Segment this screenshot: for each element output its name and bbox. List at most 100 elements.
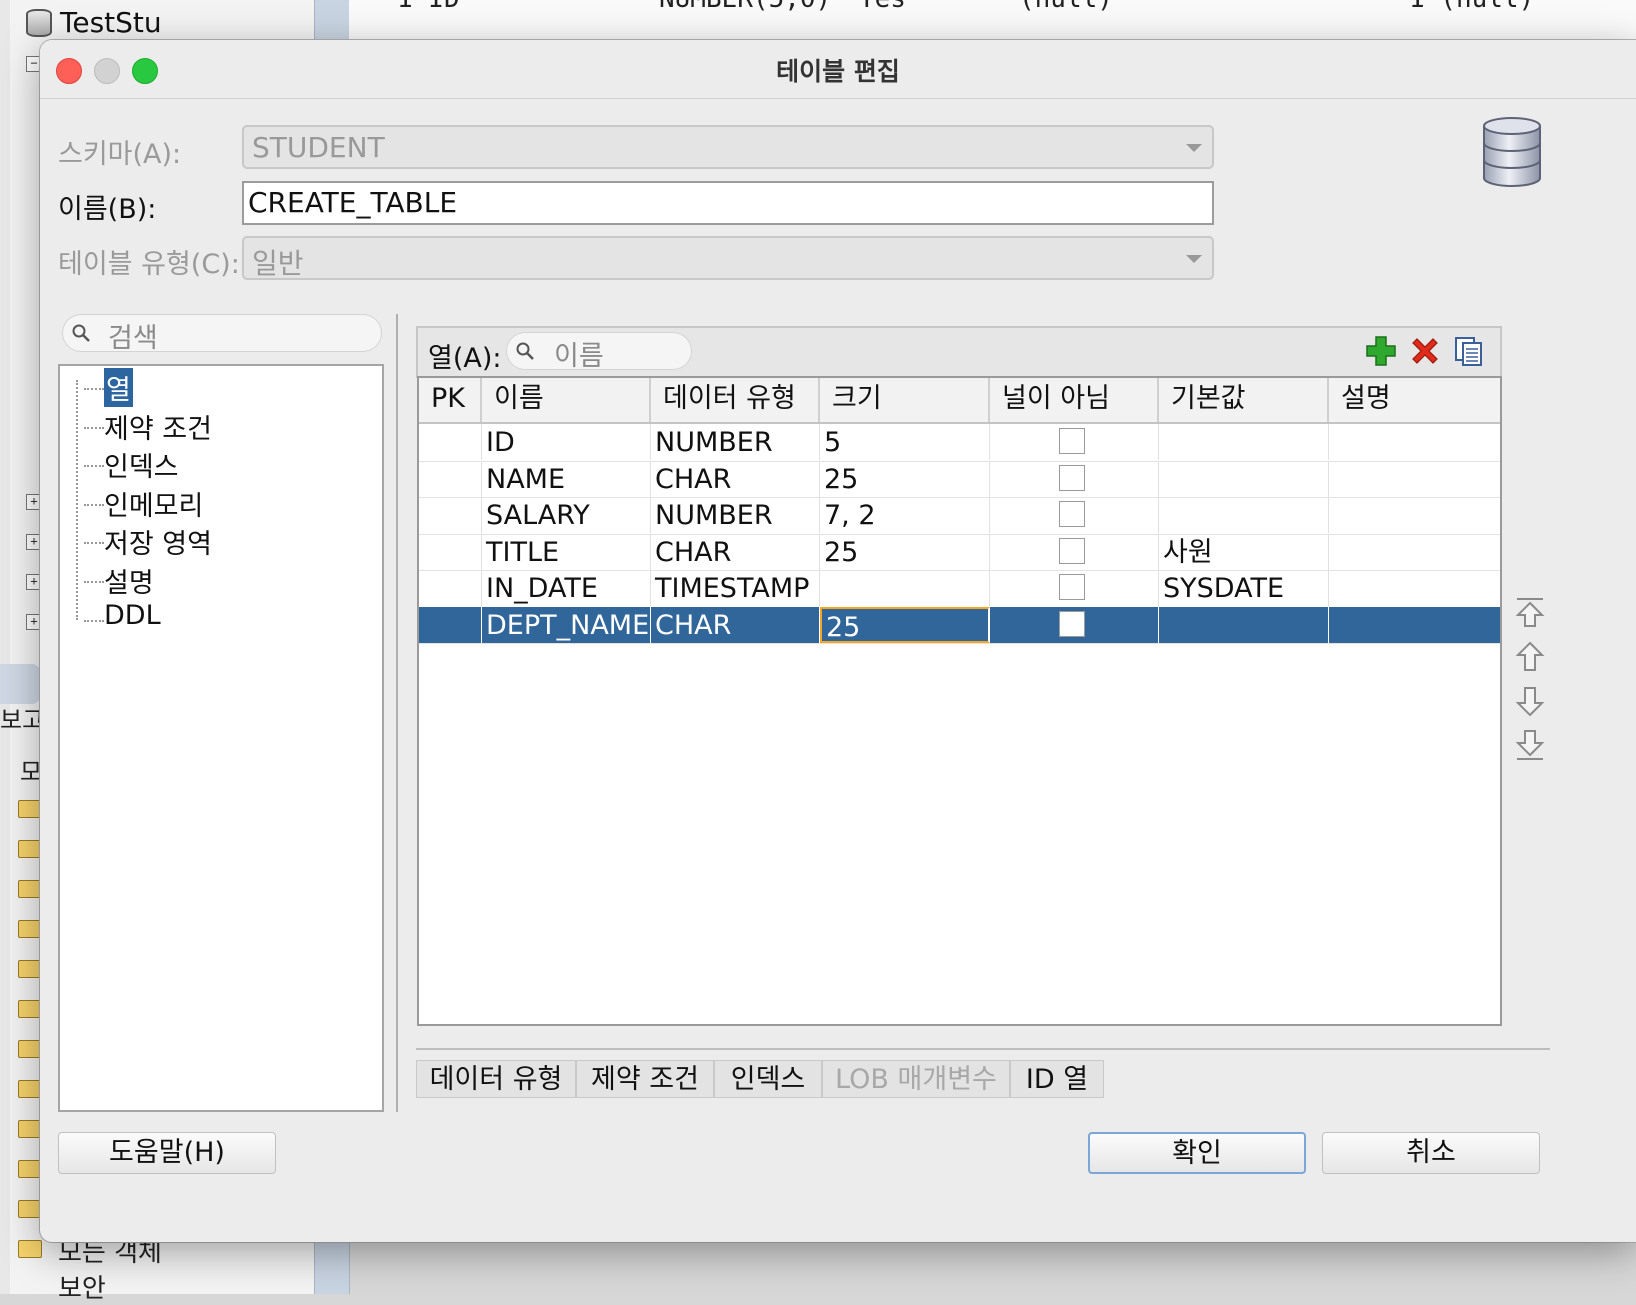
move-to-bottom-icon[interactable] [1514,728,1546,762]
move-to-top-icon[interactable] [1514,596,1546,630]
nav-item-storage[interactable]: 저장 영역 [84,522,212,561]
column-search-input[interactable]: 이름 [506,332,692,372]
tree-line [84,542,104,544]
cell-pk[interactable] [419,606,482,643]
nav-item-inmemory[interactable]: 인메모리 [84,484,203,523]
cell-data-type[interactable]: NUMBER [651,497,820,533]
table-row[interactable]: IN_DATE TIMESTAMP SYSDATE [419,570,1500,608]
schema-dropdown[interactable]: STUDENT [242,125,1214,169]
table-row[interactable]: ID NUMBER 5 [419,424,1500,462]
background-tree-item[interactable]: 보안 [58,1268,106,1305]
not-null-checkbox[interactable] [1059,501,1085,527]
cell-default[interactable] [1159,424,1329,460]
cell-default[interactable] [1159,497,1329,533]
nav-search-input[interactable]: 검색 [62,314,382,354]
cell-data-type[interactable]: CHAR [651,460,820,497]
cell-not-null[interactable] [990,460,1159,497]
background-cell: Yes [859,0,906,14]
nav-item-columns[interactable]: 열 [84,368,133,407]
cell-not-null[interactable] [990,570,1159,606]
header-data-type[interactable]: 데이터 유형 [651,378,820,422]
cell-name[interactable]: IN_DATE [482,570,651,606]
cell-pk[interactable] [419,497,482,533]
header-pk[interactable]: PK [419,378,482,422]
tab-data-type[interactable]: 데이터 유형 [416,1060,576,1098]
cell-pk[interactable] [419,533,482,570]
cell-pk[interactable] [419,460,482,497]
cell-comment[interactable] [1329,534,1500,570]
cell-size[interactable]: 25 [820,460,990,497]
ok-button[interactable]: 확인 [1088,1132,1306,1174]
not-null-checkbox[interactable] [1059,537,1085,564]
not-null-checkbox[interactable] [1059,610,1085,637]
table-name-input[interactable]: CREATE_TABLE [242,181,1214,225]
table-row[interactable]: TITLE CHAR 25 사원 [419,533,1500,571]
tab-constraints[interactable]: 제약 조건 [576,1060,714,1098]
table-row-selected[interactable]: DEPT_NAME CHAR 25 [419,606,1500,644]
move-down-icon[interactable] [1514,684,1546,718]
delete-column-icon[interactable] [1408,334,1442,368]
cell-comment[interactable] [1329,461,1500,497]
cell-size[interactable]: 25 [820,533,990,570]
header-name[interactable]: 이름 [482,378,651,422]
cell-not-null[interactable] [990,424,1159,460]
tab-identity-column[interactable]: ID 열 [1010,1060,1104,1098]
cell-pk[interactable] [419,570,482,606]
cell-default[interactable]: SYSDATE [1159,570,1329,606]
cell-not-null[interactable] [990,533,1159,570]
cell-not-null[interactable] [990,497,1159,533]
not-null-checkbox[interactable] [1059,428,1085,454]
header-not-null[interactable]: 널이 아님 [990,378,1159,422]
cell-comment[interactable] [1329,497,1500,533]
cell-comment[interactable] [1329,570,1500,606]
panel-divider[interactable] [396,314,398,1112]
dialog-titlebar[interactable]: 테이블 편집 [40,40,1636,99]
cell-not-null[interactable] [990,606,1159,643]
cell-name[interactable]: SALARY [482,497,651,533]
nav-item-comment[interactable]: 설명 [84,561,154,600]
cell-name[interactable]: TITLE [482,533,651,570]
cell-default[interactable] [1159,606,1329,643]
header-default[interactable]: 기본값 [1159,378,1329,422]
cell-default[interactable] [1159,460,1329,497]
folder-icon [18,1200,42,1218]
cancel-button[interactable]: 취소 [1322,1132,1540,1174]
nav-item-ddl[interactable]: DDL [84,600,161,631]
move-up-icon[interactable] [1514,640,1546,674]
cell-data-type[interactable]: CHAR [651,606,820,643]
background-panel-tab[interactable] [0,664,40,704]
not-null-checkbox[interactable] [1059,464,1085,491]
cell-name[interactable]: NAME [482,460,651,497]
table-type-dropdown[interactable]: 일반 [242,236,1214,280]
cell-name[interactable]: ID [482,424,651,460]
columns-label: 열(A): [428,343,502,374]
not-null-checkbox[interactable] [1059,574,1085,600]
copy-column-icon[interactable] [1452,334,1486,368]
header-size[interactable]: 크기 [820,378,990,422]
cell-comment[interactable] [1329,424,1500,460]
cell-data-type[interactable]: CHAR [651,533,820,570]
cell-default[interactable]: 사원 [1159,533,1329,570]
header-comment[interactable]: 설명 [1329,378,1500,422]
cell-pk[interactable] [419,424,482,460]
table-row[interactable]: NAME CHAR 25 [419,460,1500,498]
cell-data-type[interactable]: NUMBER [651,424,820,460]
cell-name[interactable]: DEPT_NAME [482,606,651,643]
table-row[interactable]: SALARY NUMBER 7, 2 [419,497,1500,535]
tab-lob-parameters[interactable]: LOB 매개변수 [822,1060,1010,1098]
cell-data-type[interactable]: TIMESTAMP [651,570,820,606]
dropdown-arrow-icon [1186,255,1202,263]
help-button[interactable]: 도움말(H) [58,1132,276,1174]
dropdown-arrow-icon [1186,144,1202,152]
cell-size[interactable] [820,570,990,606]
nav-item-indexes[interactable]: 인덱스 [84,445,179,484]
tab-indexes[interactable]: 인덱스 [714,1060,822,1098]
cell-comment[interactable] [1329,607,1500,643]
cell-size[interactable]: 5 [820,424,990,460]
background-connection-node[interactable]: TestStu [26,6,162,39]
cell-size-editing[interactable]: 25 [820,606,990,643]
cell-size[interactable]: 7, 2 [820,497,990,533]
table-type-value: 일반 [252,247,304,280]
add-column-icon[interactable] [1364,334,1398,368]
nav-item-constraints[interactable]: 제약 조건 [84,407,212,446]
